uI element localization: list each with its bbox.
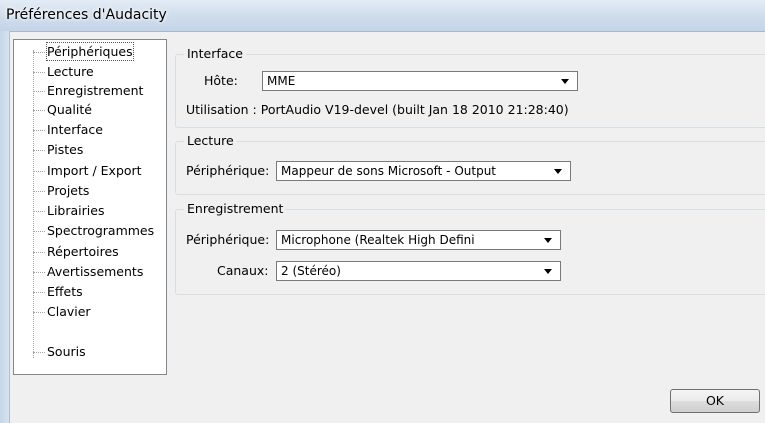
tree-item-label: Enregistrement (47, 83, 144, 98)
chevron-down-icon (544, 238, 552, 243)
playback-device-select[interactable]: Mappeur de sons Microsoft - Output (276, 161, 571, 181)
tree-item-label: Lecture (47, 64, 94, 79)
recording-device-value: Microphone (Realtek High Defini (281, 233, 475, 247)
tree-item-librairies[interactable]: Librairies (14, 202, 164, 219)
tree-item-peripheriques[interactable]: Périphériques (14, 42, 164, 61)
host-label: Hôte: (204, 73, 238, 88)
playback-groupbox: Lecture Périphérique: Mappeur de sons Mi… (175, 133, 765, 195)
tree-item-label: Import / Export (47, 163, 142, 178)
tree-item-pistes[interactable]: Pistes (14, 141, 164, 158)
tree-connector (33, 63, 45, 73)
recording-device-label: Périphérique: (186, 232, 270, 247)
tree-item-spectrogrammes[interactable]: Spectrogrammes (14, 222, 164, 239)
host-select-value: MME (267, 74, 296, 88)
tree-connector (33, 283, 45, 293)
tree-item-avertissements[interactable]: Avertissements (14, 263, 164, 280)
interface-group-title: Interface (184, 46, 246, 62)
tree-item-label: Périphériques (46, 42, 134, 61)
playback-device-value: Mappeur de sons Microsoft - Output (281, 164, 497, 178)
tree-connector (33, 222, 45, 232)
tree-item-import-export[interactable]: Import / Export (14, 162, 164, 179)
recording-groupbox: Enregistrement Périphérique: Microphone … (175, 201, 765, 295)
portaudio-usage-text: Utilisation : PortAudio V19-devel (built… (186, 102, 569, 117)
tree-item-label: Répertoires (47, 244, 119, 259)
tree-item-label: Librairies (47, 203, 105, 218)
host-select[interactable]: MME (262, 71, 578, 91)
tree-item-label: Projets (47, 183, 90, 198)
preferences-tree[interactable]: Périphériques Lecture Enregistrement Qua… (13, 39, 167, 375)
title-bar[interactable]: Préférences d'Audacity (0, 0, 765, 32)
tree-item-lecture[interactable]: Lecture (14, 63, 164, 80)
tree-connector (33, 162, 45, 172)
tree-connector (33, 43, 45, 53)
channels-label: Canaux: (217, 263, 269, 278)
tree-connector (33, 303, 45, 313)
tree-item-label: Avertissements (47, 264, 144, 279)
tree-item-interface[interactable]: Interface (14, 121, 164, 138)
tree-connector (33, 182, 45, 192)
chevron-down-icon (554, 169, 562, 174)
tree-item-label: Effets (47, 284, 83, 299)
tree-item-effets[interactable]: Effets (14, 283, 164, 300)
tree-connector (33, 263, 45, 273)
chevron-down-icon (544, 269, 552, 274)
tree-connector (33, 121, 45, 131)
tree-item-label: Interface (47, 122, 103, 137)
tree-item-projets[interactable]: Projets (14, 182, 164, 199)
ok-button[interactable]: OK (670, 389, 760, 413)
playback-device-label: Périphérique: (186, 163, 270, 178)
interface-groupbox: Interface Hôte: MME Utilisation : PortAu… (175, 46, 765, 128)
playback-group-title: Lecture (184, 133, 237, 149)
tree-item-enregistrement[interactable]: Enregistrement (14, 82, 164, 99)
tree-item-label: Souris (47, 344, 86, 359)
tree-item-clavier[interactable]: Clavier (14, 303, 164, 320)
tree-item-label: Pistes (47, 142, 84, 157)
chevron-down-icon (561, 79, 569, 84)
tree-item-label: Clavier (47, 304, 91, 319)
tree-item-label: Spectrogrammes (47, 223, 155, 238)
recording-group-title: Enregistrement (184, 201, 287, 217)
tree-connector (33, 243, 45, 253)
window-frame-left (0, 31, 10, 423)
tree-item-repertoires[interactable]: Répertoires (14, 243, 164, 260)
tree-item-label: Qualité (47, 102, 92, 117)
tree-connector (33, 101, 45, 111)
tree-connector (33, 82, 45, 92)
tree-item-qualite[interactable]: Qualité (14, 101, 164, 118)
tree-connector (33, 202, 45, 212)
window-title: Préférences d'Audacity (6, 7, 167, 23)
tree-connector (33, 141, 45, 151)
channels-select[interactable]: 2 (Stéréo) (276, 261, 561, 281)
tree-item-souris[interactable]: Souris (14, 343, 164, 360)
tree-connector (33, 343, 45, 353)
recording-device-select[interactable]: Microphone (Realtek High Defini (276, 230, 561, 250)
channels-value: 2 (Stéréo) (281, 264, 341, 278)
